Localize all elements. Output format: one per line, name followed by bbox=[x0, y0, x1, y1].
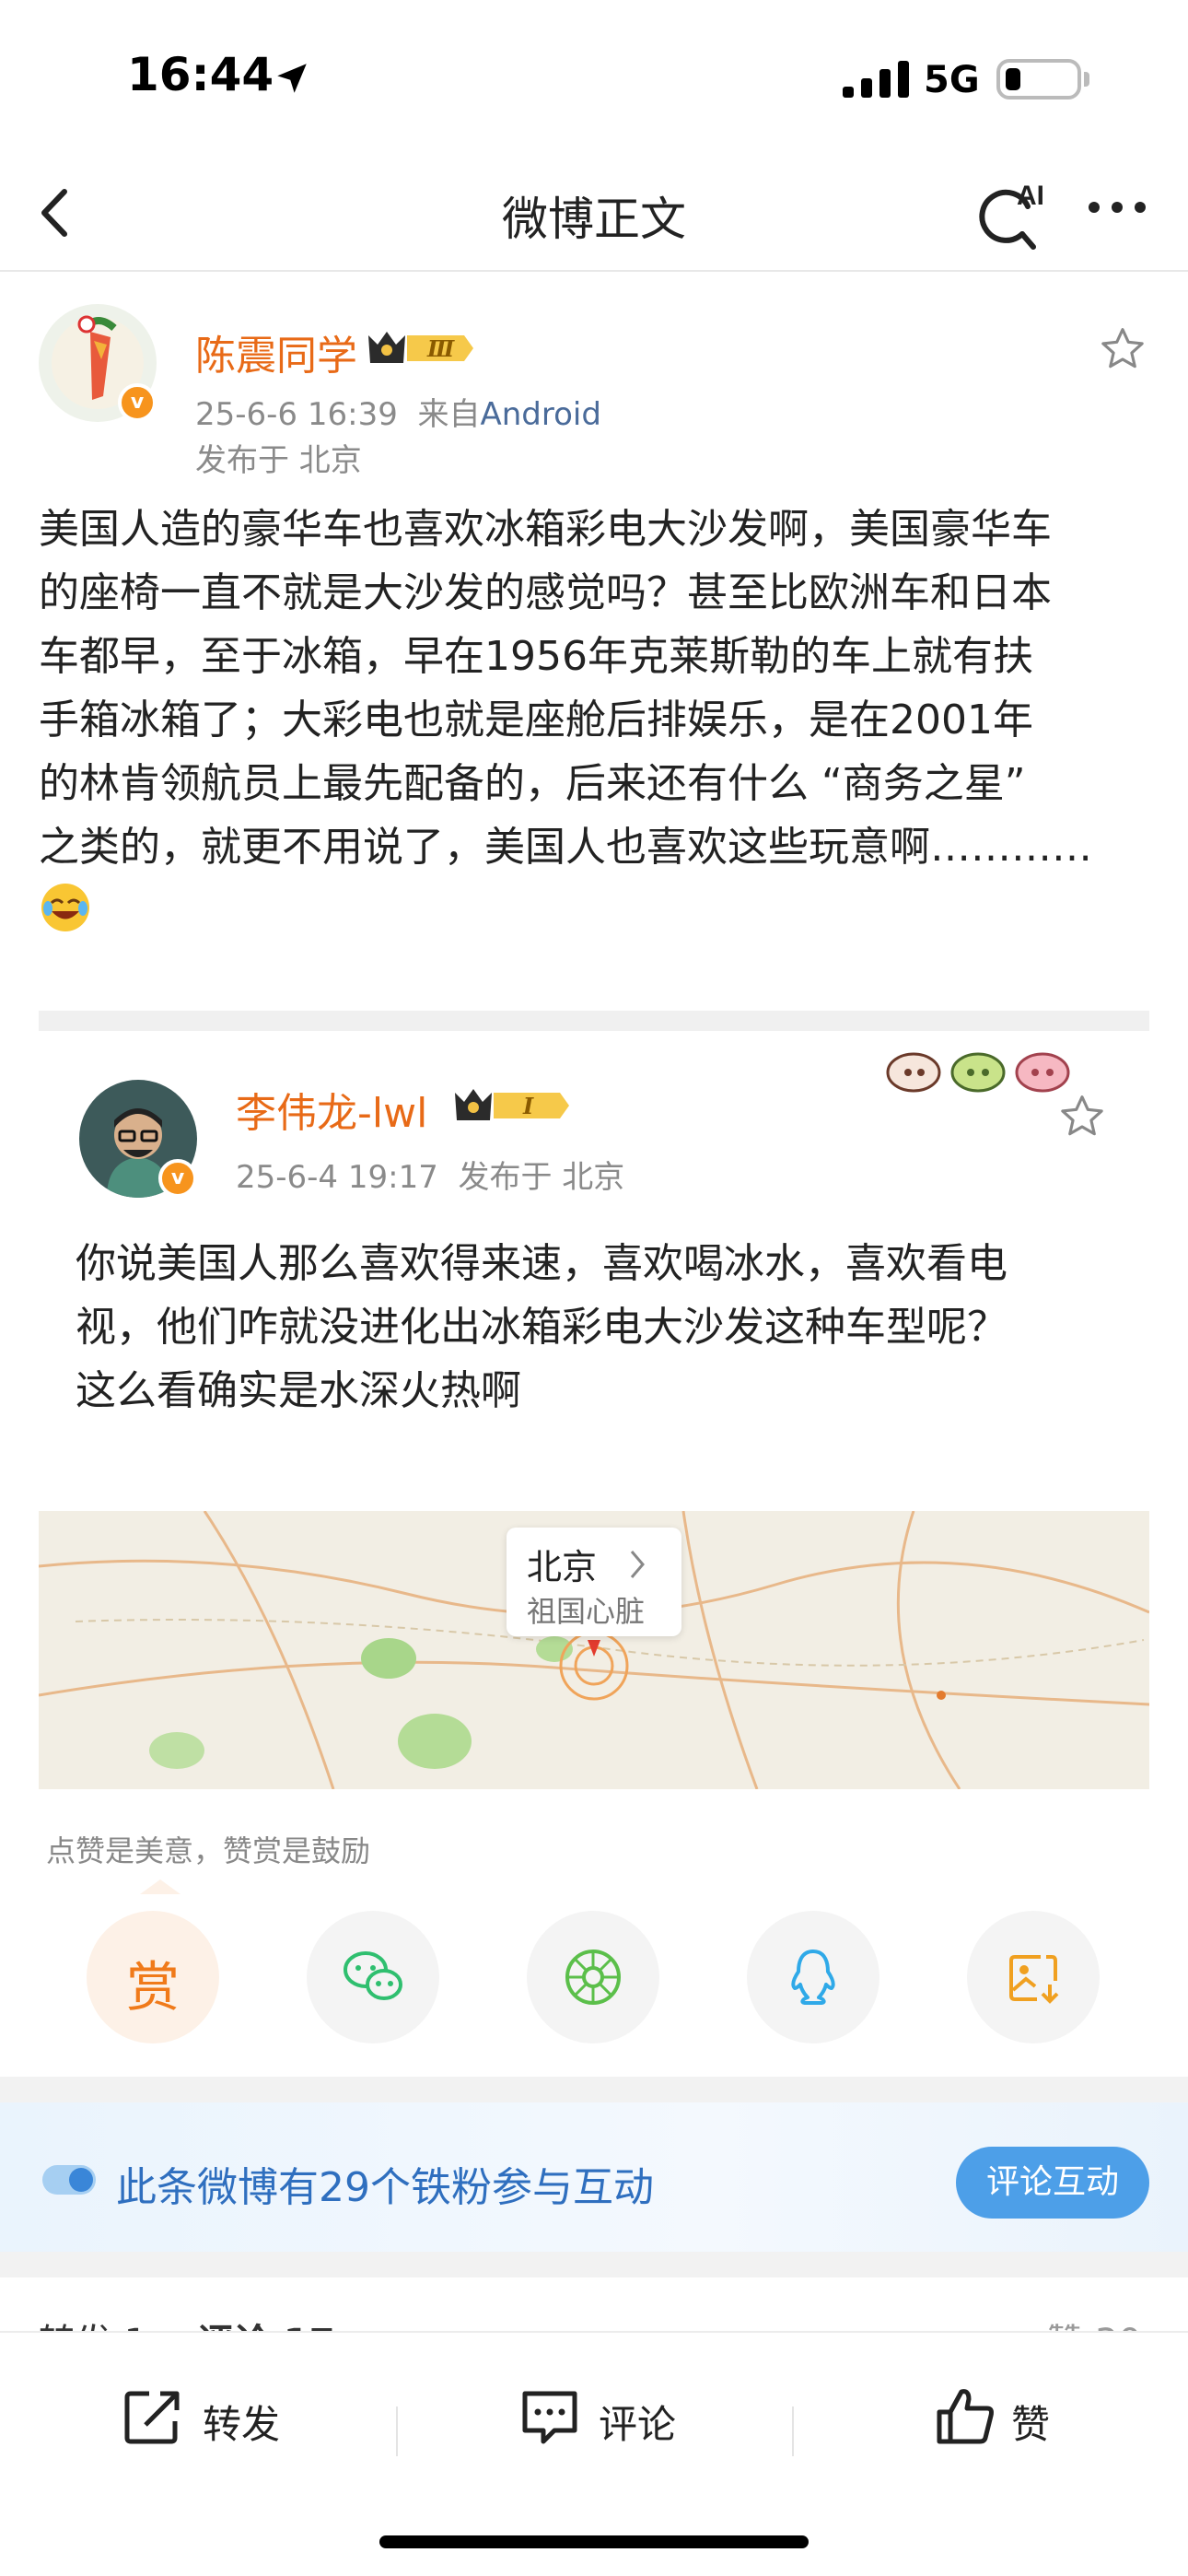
vip-level-badge[interactable]: Ⅰ bbox=[453, 1083, 573, 1128]
ai-label: AI bbox=[1017, 181, 1044, 211]
battery-icon bbox=[996, 59, 1081, 100]
like-button[interactable]: 赞 bbox=[934, 2384, 1063, 2458]
post-body: 美国人造的豪华车也喜欢冰箱彩电大沙发啊，美国豪华车 的座椅一直不就是大沙发的感觉… bbox=[39, 498, 1153, 934]
map-city: 北京 bbox=[527, 1547, 598, 1587]
wechat-icon bbox=[344, 1951, 402, 2000]
reward-hint: 点赞是美意，赞赏是鼓励 bbox=[46, 1833, 371, 1868]
more-icon[interactable] bbox=[1085, 193, 1149, 221]
post-meta: 25-6-6 16:39 来自Android bbox=[195, 389, 601, 434]
share-wechat-button[interactable] bbox=[307, 1911, 439, 2043]
comment-icon bbox=[522, 2391, 577, 2444]
post-line: 美国人造的豪华车也喜欢冰箱彩电大沙发啊，美国豪华车 bbox=[39, 506, 1052, 553]
quoted-line: 你说美国人那么喜欢得来速，喜欢喝冰水，喜欢看电 bbox=[76, 1240, 1007, 1287]
fans-toggle-icon bbox=[42, 2165, 96, 2195]
post-line: 之类的，就更不用说了，美国人也喜欢这些玩意啊………… bbox=[39, 824, 1092, 871]
fans-text: 此条微博有29个铁粉参与互动 bbox=[116, 2164, 654, 2211]
status-time: 16:44 bbox=[127, 48, 274, 101]
thumbs-up-icon bbox=[937, 2389, 994, 2444]
post-author-avatar[interactable]: v bbox=[39, 304, 168, 433]
toolbar-separator bbox=[792, 2406, 794, 2456]
repost-icon bbox=[124, 2391, 180, 2444]
battery-tip bbox=[1084, 72, 1089, 87]
repost-label: 转发 bbox=[203, 2402, 281, 2447]
network-type: 5G bbox=[924, 59, 980, 101]
navigation-bar: 微博正文 AI bbox=[0, 157, 1188, 272]
quoted-meta: 25-6-4 19:17 发布于 北京 bbox=[236, 1152, 624, 1197]
qq-icon bbox=[791, 1950, 835, 2005]
post-source-prefix: 来自 bbox=[417, 396, 481, 433]
laughing-crying-emoji-icon bbox=[41, 884, 89, 931]
comment-label: 评论 bbox=[599, 2402, 677, 2447]
save-image-button[interactable] bbox=[967, 1911, 1100, 2043]
comment-button[interactable]: 评论 bbox=[518, 2384, 683, 2458]
quoted-body: 你说美国人那么喜欢得来速，喜欢喝冰水，喜欢看电 视，他们咋就没进化出冰箱彩电大沙… bbox=[76, 1232, 1135, 1423]
fans-interaction-banner: 此条微博有29个铁粉参与互动 评论互动 bbox=[0, 2102, 1188, 2252]
map-subtitle: 祖国心脏 bbox=[527, 1594, 646, 1629]
quoted-author-avatar[interactable]: v bbox=[79, 1080, 208, 1209]
section-gap bbox=[0, 2252, 1188, 2277]
post-line: 的林肯领航员上最先配备的，后来还有什么 “商务之星” bbox=[39, 760, 1026, 807]
status-bar: 16:44 5G bbox=[0, 0, 1188, 157]
vip-level-badge[interactable]: Ⅲ bbox=[367, 326, 475, 370]
quoted-location: 发布于 北京 bbox=[458, 1159, 625, 1196]
comment-interact-button[interactable]: 评论互动 bbox=[956, 2147, 1149, 2219]
reward-char: 赏 bbox=[125, 1956, 180, 2019]
reward-button[interactable]: 赏 bbox=[87, 1911, 219, 2043]
share-qq-button[interactable] bbox=[747, 1911, 879, 2043]
home-indicator[interactable] bbox=[379, 2535, 809, 2548]
post-author-name[interactable]: 陈震同学 bbox=[195, 322, 357, 381]
quoted-time: 25-6-4 19:17 bbox=[236, 1159, 438, 1196]
save-image-icon bbox=[1009, 1955, 1059, 2004]
post-source[interactable]: Android bbox=[480, 396, 600, 433]
vip-level-text: Ⅲ bbox=[426, 335, 455, 362]
share-moments-button[interactable] bbox=[527, 1911, 659, 2043]
post-line: 的座椅一直不就是大沙发的感觉吗？甚至比欧洲车和日本 bbox=[39, 569, 1052, 616]
repost-button[interactable]: 转发 bbox=[122, 2384, 287, 2458]
quoted-author-name[interactable]: 李伟龙-lwl bbox=[236, 1080, 427, 1139]
like-label: 赞 bbox=[1011, 2402, 1051, 2447]
chevron-right-icon bbox=[630, 1551, 645, 1578]
quote-divider bbox=[39, 1011, 1149, 1031]
hint-pointer bbox=[140, 1879, 181, 1894]
moments-icon bbox=[565, 1950, 621, 2005]
post-time: 25-6-6 16:39 bbox=[195, 396, 398, 433]
verified-badge: v bbox=[158, 1159, 197, 1198]
toolbar-separator bbox=[396, 2406, 398, 2456]
quoted-line: 这么看确实是水深火热啊 bbox=[76, 1367, 521, 1414]
verified-badge: v bbox=[118, 383, 157, 422]
post-line: 车都早，至于冰箱，早在1956年克莱斯勒的车上就有扶 bbox=[39, 633, 1033, 680]
vip-level-text: Ⅰ bbox=[522, 1093, 534, 1119]
favorite-star-icon[interactable] bbox=[1057, 1092, 1107, 1142]
post-location: 发布于 北京 bbox=[195, 442, 362, 479]
location-arrow-icon bbox=[277, 64, 307, 93]
section-gap bbox=[0, 2077, 1188, 2102]
ai-search-icon[interactable]: AI bbox=[974, 173, 1048, 256]
post-line: 手箱冰箱了；大彩电也就是座舱后排娱乐，是在2001年 bbox=[39, 697, 1033, 744]
favorite-star-icon[interactable] bbox=[1098, 324, 1147, 374]
quoted-line: 视，他们咋就没进化出冰箱彩电大沙发这种车型呢？ bbox=[76, 1304, 1007, 1351]
signal-icon bbox=[843, 61, 909, 98]
map-location-card[interactable]: 北京 祖国心脏 bbox=[507, 1528, 681, 1636]
reaction-stickers bbox=[886, 1052, 1070, 1093]
